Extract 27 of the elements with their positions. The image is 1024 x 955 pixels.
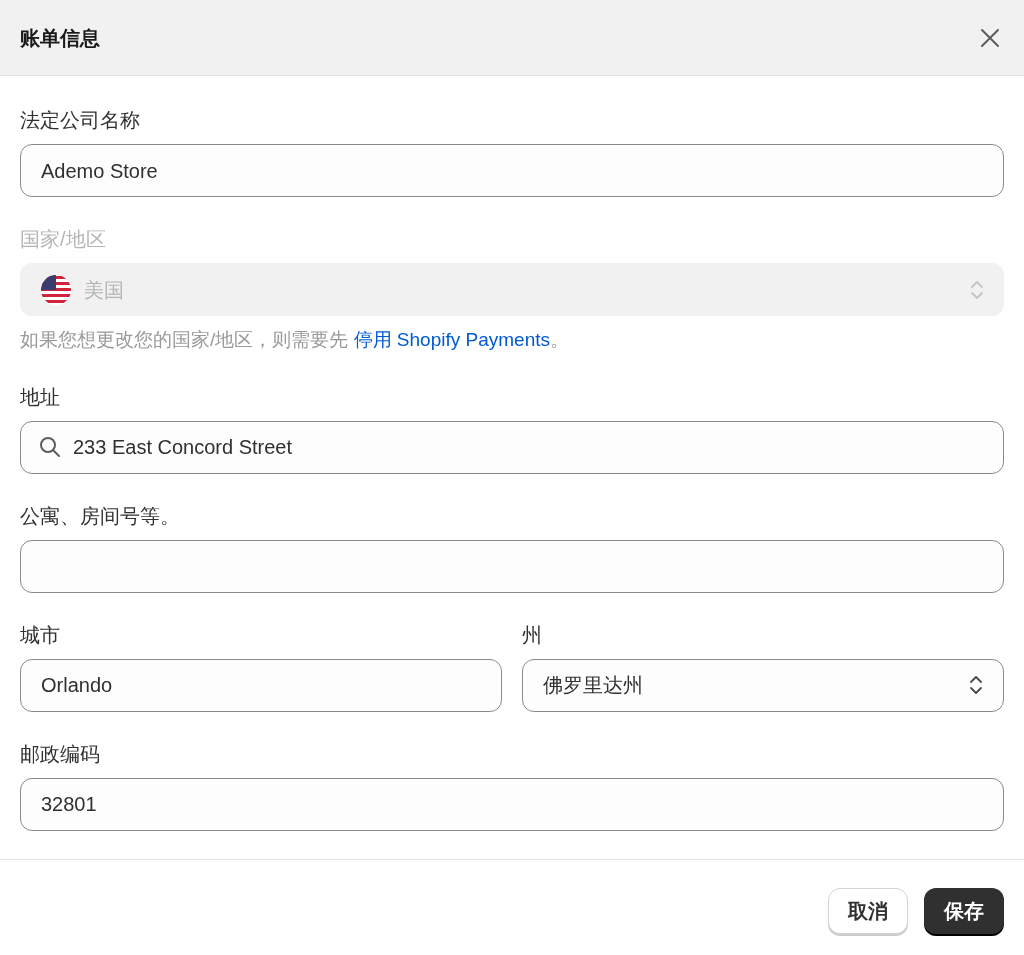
input-field[interactable]: Orlando (20, 658, 502, 712)
input-value: Orlando (41, 673, 113, 698)
flag-icon (40, 273, 72, 306)
field-label: 邮政编码 (20, 741, 101, 767)
help-text: 如果您想更改您的国家/地区，则需要先 停用 Shopify Payments。 (20, 328, 570, 352)
cancel-button[interactable]: 取消 (828, 887, 908, 934)
input-field[interactable] (20, 539, 1004, 593)
input-value: 32801 (41, 792, 97, 817)
field-label: 国家/地区 (20, 227, 107, 252)
field-label: 城市 (20, 622, 61, 648)
chevron-icon (969, 673, 983, 697)
field-label: 州 (522, 622, 543, 648)
close-icon[interactable] (980, 27, 1000, 48)
select-value: 美国 (84, 277, 125, 303)
input-value: 233 East Concord Street (73, 435, 292, 460)
input-value: Ademo Store (41, 158, 158, 184)
dialog-title: 账单信息 (20, 25, 100, 51)
input-field[interactable]: Ademo Store (20, 144, 1004, 197)
field-label: 公寓、房间号等。 (20, 503, 181, 529)
save-button[interactable]: 保存 (924, 887, 1004, 934)
select-value: 佛罗里达州 (543, 673, 644, 698)
input-field[interactable]: 32801 (20, 777, 1004, 831)
field-label: 地址 (20, 384, 61, 410)
select-field[interactable]: 佛罗里达州 (522, 658, 1004, 712)
field-label: 法定公司名称 (20, 108, 141, 133)
search-icon (39, 436, 61, 458)
input-field[interactable]: 233 East Concord Street (20, 420, 1004, 474)
